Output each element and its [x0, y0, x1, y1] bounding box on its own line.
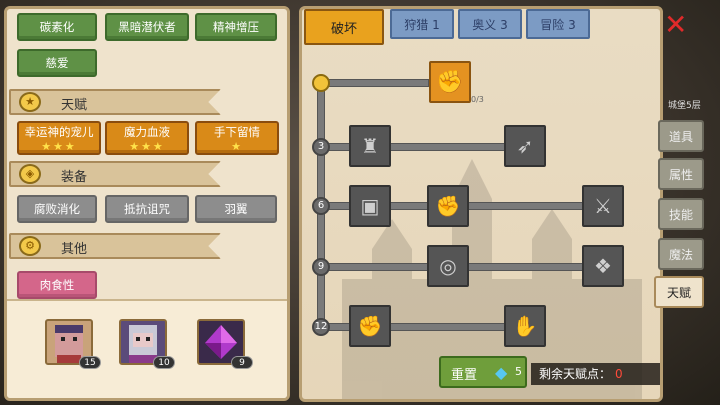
gem-icon: ◆	[495, 363, 508, 382]
slash-skill-icon[interactable]: ⚔	[582, 185, 624, 227]
talent-section-header: ★ 天赋	[9, 89, 221, 115]
floor-label: 城堡5层	[668, 101, 701, 111]
tree-branch	[317, 79, 429, 87]
close-icon[interactable]: ✕	[664, 11, 687, 39]
talent-tree-panel: 破坏 狩猎 1 奥义 3 冒险 3 3 6 9 12 ✊ 0/3 ♜ ➶ ▣ ✊…	[299, 6, 663, 402]
trait-chip[interactable]: 精神增压	[195, 13, 277, 41]
arrow-hit-skill-icon[interactable]: ➶	[504, 125, 546, 167]
tab-talent[interactable]: 天赋	[654, 276, 704, 308]
level-3-node: 3	[312, 138, 330, 156]
tab-hunting[interactable]: 狩猎 1	[390, 9, 454, 39]
trait-chip[interactable]: 碳素化	[17, 13, 97, 41]
talent-chip[interactable]: 魔力血液 ★★★	[105, 121, 189, 155]
tree-branch	[317, 323, 523, 331]
star-icon: ★	[19, 92, 41, 112]
game-screen: 碳素化 黑暗潜伏者 精神增压 慈爱 ★ 天赋 幸运神的宠儿 ★★★ 魔力血液 ★…	[0, 0, 720, 405]
ground-slam-skill-icon[interactable]: ◎	[427, 245, 469, 287]
inventory-bar: 15 10 9	[7, 299, 287, 398]
tab-mystery[interactable]: 奥义 3	[458, 9, 522, 39]
tab-skills[interactable]: 技能	[658, 198, 704, 230]
arm-wrestle-skill-icon[interactable]: ✊	[429, 61, 471, 103]
giant-body-skill-icon[interactable]: ♜	[349, 125, 391, 167]
equip-section-header: ◈ 装备	[9, 161, 221, 187]
remaining-points: 剩余天赋点： 0	[531, 363, 660, 385]
equip-chip[interactable]: 腐败消化	[17, 195, 97, 223]
level-9-node: 9	[312, 258, 330, 276]
gauntlet-skill-icon[interactable]: ✋	[504, 305, 546, 347]
tab-items[interactable]: 道具	[658, 120, 704, 152]
armor-icon: ◈	[19, 164, 41, 184]
equip-chip[interactable]: 羽翼	[195, 195, 277, 223]
tab-destruction[interactable]: 破坏	[304, 9, 384, 45]
equip-chip[interactable]: 抵抗诅咒	[105, 195, 189, 223]
character-traits-panel: 碳素化 黑暗潜伏者 精神增压 慈爱 ★ 天赋 幸运神的宠儿 ★★★ 魔力血液 ★…	[4, 6, 290, 401]
tab-attributes[interactable]: 属性	[658, 158, 704, 190]
hero-portrait-icon[interactable]: 15	[45, 319, 101, 369]
tree-root-node	[312, 74, 330, 92]
trait-chip[interactable]: 慈爱	[17, 49, 97, 77]
tree-branch	[317, 143, 523, 151]
hero-portrait-icon[interactable]: 10	[119, 319, 175, 369]
gear-icon: ⚙	[19, 236, 41, 256]
level-12-node: 12	[312, 318, 330, 336]
reset-button[interactable]: 重置 ◆ 5	[439, 356, 527, 388]
bat-wing-skill-icon[interactable]: ❖	[582, 245, 624, 287]
fist-skill-icon[interactable]: ✊	[349, 305, 391, 347]
card-shield-skill-icon[interactable]: ▣	[349, 185, 391, 227]
tab-adventure[interactable]: 冒险 3	[526, 9, 590, 39]
punch-skill-icon[interactable]: ✊	[427, 185, 469, 227]
purple-crystal-icon[interactable]: 9	[197, 319, 253, 369]
level-6-node: 6	[312, 197, 330, 215]
talent-chip[interactable]: 手下留情 ★	[195, 121, 279, 155]
trait-chip[interactable]: 黑暗潜伏者	[105, 13, 189, 41]
tab-magic[interactable]: 魔法	[658, 238, 704, 270]
other-chip[interactable]: 肉食性	[17, 271, 97, 299]
other-section-header: ⚙ 其他	[9, 233, 221, 259]
talent-chip[interactable]: 幸运神的宠儿 ★★★	[17, 121, 101, 155]
